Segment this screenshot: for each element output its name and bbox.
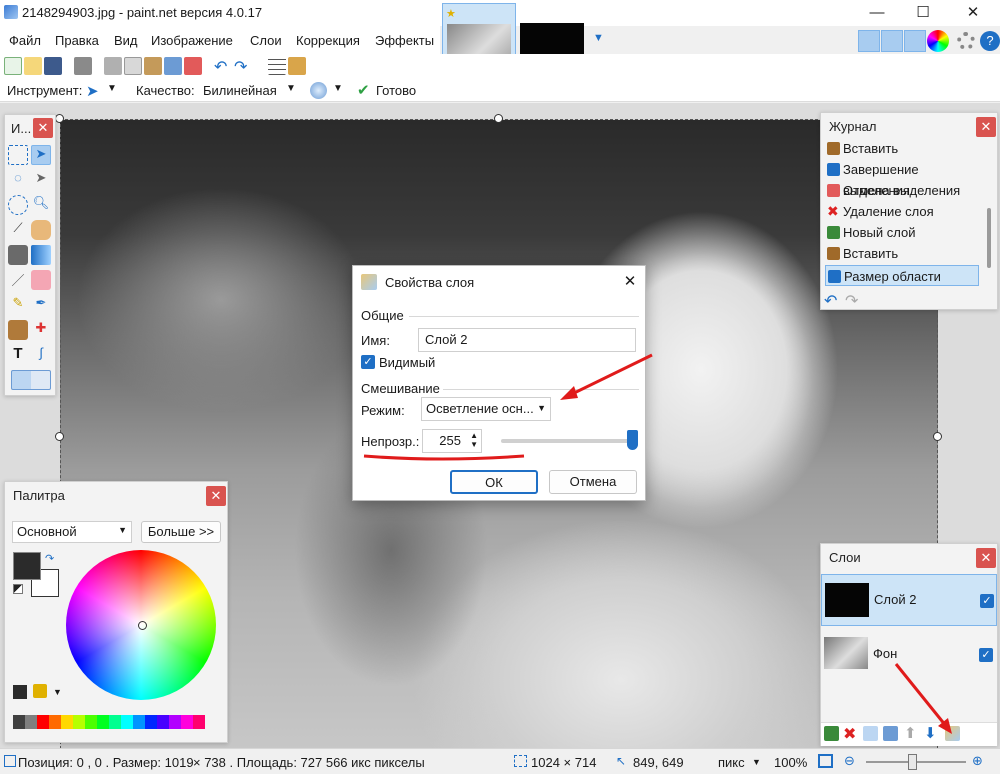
position-icon (4, 755, 16, 767)
arrow-head-blend-mode (560, 386, 578, 400)
zoom-text[interactable]: 100% (774, 755, 807, 770)
zoom-out-icon[interactable]: ⊖ (844, 753, 855, 769)
units-dropdown-icon[interactable]: ▼ (752, 757, 761, 767)
position-text: Позиция: 0 , 0 . Размер: 1019 (18, 755, 194, 770)
status-bar: Позиция: 0 , 0 . Размер: 1019 × 738 . Пл… (0, 748, 1000, 774)
zoom-slider-thumb[interactable] (908, 754, 917, 770)
arrow-to-layer-properties (894, 663, 948, 727)
size-text: × 738 . Площадь: 727 566 икс пикселы (193, 755, 425, 770)
cursor-icon: ↖ (616, 754, 627, 768)
selection-size-icon (514, 755, 527, 767)
selection-size-text: 1024 × 714 (531, 755, 597, 770)
cursor-position-text: 849, 649 (633, 755, 684, 770)
zoom-in-icon[interactable]: ⊕ (972, 753, 983, 769)
zoom-fit-icon[interactable] (818, 754, 833, 768)
arrow-to-blend-mode (567, 353, 653, 398)
annotation-overlay (363, 353, 952, 734)
opacity-underline (363, 454, 525, 461)
units-select[interactable]: пикс (718, 755, 745, 770)
